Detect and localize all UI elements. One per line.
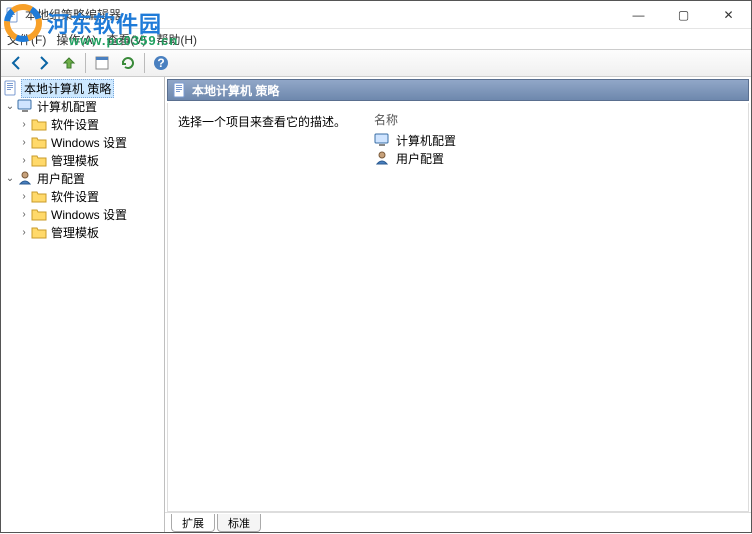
menu-view[interactable]: 查看(V)	[106, 31, 146, 48]
tree-uc-admin[interactable]: › 管理模板	[3, 223, 162, 241]
list-item-label: 计算机配置	[396, 132, 456, 149]
tab-standard[interactable]: 标准	[217, 514, 261, 532]
tree-panel[interactable]: 本地计算机 策略 ⌄ 计算机配置 › 软件设置 › Windows 设置 › 管…	[1, 77, 165, 532]
tree-label: 软件设置	[49, 116, 101, 133]
tree-root[interactable]: 本地计算机 策略	[3, 79, 162, 97]
window-title: 本地组策略编辑器	[25, 6, 121, 23]
expander-icon[interactable]: ›	[17, 137, 31, 148]
list-item-label: 用户配置	[396, 150, 444, 167]
description-prompt: 选择一个项目来查看它的描述。	[178, 113, 358, 130]
toolbar-up-button[interactable]	[57, 51, 81, 75]
computer-icon	[17, 98, 33, 114]
content-header-title: 本地计算机 策略	[192, 82, 279, 99]
maximize-button[interactable]: ▢	[661, 1, 706, 29]
toolbar-forward-button[interactable]	[31, 51, 55, 75]
user-icon	[374, 150, 390, 166]
folder-icon	[31, 134, 47, 150]
tree-cc-software[interactable]: › 软件设置	[3, 115, 162, 133]
close-button[interactable]: ✕	[706, 1, 751, 29]
tab-extended[interactable]: 扩展	[171, 514, 215, 532]
workspace: 本地计算机 策略 ⌄ 计算机配置 › 软件设置 › Windows 设置 › 管…	[1, 77, 751, 532]
toolbar	[1, 49, 751, 77]
folder-icon	[31, 116, 47, 132]
computer-icon	[374, 132, 390, 148]
tree-label: 管理模板	[49, 152, 101, 169]
tree-label: 管理模板	[49, 224, 101, 241]
tree-label: 本地计算机 策略	[21, 79, 114, 98]
tree-computer-config[interactable]: ⌄ 计算机配置	[3, 97, 162, 115]
folder-icon	[31, 188, 47, 204]
expander-icon[interactable]: ›	[17, 191, 31, 202]
folder-icon	[31, 206, 47, 222]
minimize-button[interactable]: —	[616, 1, 661, 29]
toolbar-separator	[144, 53, 145, 73]
tree-cc-windows[interactable]: › Windows 设置	[3, 133, 162, 151]
content-body: 选择一个项目来查看它的描述。 名称 计算机配置 用户配置	[167, 103, 749, 512]
toolbar-separator	[85, 53, 86, 73]
list-header-name[interactable]: 名称	[374, 109, 742, 131]
content-tabs: 扩展 标准	[165, 512, 751, 532]
list-column: 名称 计算机配置 用户配置	[368, 103, 748, 511]
expander-icon[interactable]: ›	[17, 227, 31, 238]
list-item-computer-config[interactable]: 计算机配置	[374, 131, 742, 149]
description-column: 选择一个项目来查看它的描述。	[168, 103, 368, 511]
menu-file[interactable]: 文件(F)	[7, 31, 46, 48]
list-item-user-config[interactable]: 用户配置	[374, 149, 742, 167]
toolbar-refresh-button[interactable]	[116, 51, 140, 75]
tree-uc-windows[interactable]: › Windows 设置	[3, 205, 162, 223]
tree-uc-software[interactable]: › 软件设置	[3, 187, 162, 205]
expander-icon[interactable]: ⌄	[3, 173, 17, 184]
content-panel: 本地计算机 策略 选择一个项目来查看它的描述。 名称 计算机配置 用户配置 扩展…	[165, 77, 751, 532]
policy-icon	[3, 80, 19, 96]
toolbar-help-button[interactable]	[149, 51, 173, 75]
user-icon	[17, 170, 33, 186]
tree-label: Windows 设置	[49, 206, 129, 223]
toolbar-back-button[interactable]	[5, 51, 29, 75]
window-controls: — ▢ ✕	[616, 1, 751, 29]
toolbar-properties-button[interactable]	[90, 51, 114, 75]
folder-icon	[31, 152, 47, 168]
expander-icon[interactable]: ›	[17, 119, 31, 130]
expander-icon[interactable]: ⌄	[3, 101, 17, 112]
tree-label: Windows 设置	[49, 134, 129, 151]
expander-icon[interactable]: ›	[17, 209, 31, 220]
title-bar: 本地组策略编辑器 — ▢ ✕	[1, 1, 751, 29]
menu-action[interactable]: 操作(A)	[56, 31, 96, 48]
menu-help[interactable]: 帮助(H)	[156, 31, 197, 48]
tree-label: 计算机配置	[35, 98, 99, 115]
folder-icon	[31, 224, 47, 240]
policy-icon	[172, 82, 188, 98]
tree-label: 软件设置	[49, 188, 101, 205]
content-header: 本地计算机 策略	[167, 79, 749, 101]
tree-label: 用户配置	[35, 170, 87, 187]
tree-user-config[interactable]: ⌄ 用户配置	[3, 169, 162, 187]
tree-cc-admin[interactable]: › 管理模板	[3, 151, 162, 169]
expander-icon[interactable]: ›	[17, 155, 31, 166]
menu-bar: 文件(F) 操作(A) 查看(V) 帮助(H)	[1, 29, 751, 49]
app-icon	[5, 7, 21, 23]
